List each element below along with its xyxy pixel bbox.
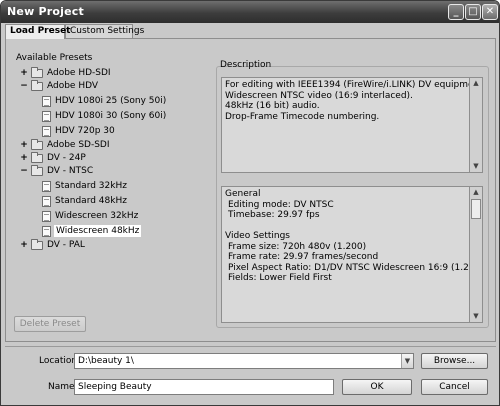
- details-scrollbar[interactable]: ▲ ▼: [469, 187, 482, 322]
- tree-node-label: DV - PAL: [47, 240, 85, 250]
- window-title: New Project: [7, 5, 84, 18]
- tree-node-label: HDV 1080i 30 (Sony 60i): [55, 111, 167, 121]
- description-heading: Description: [220, 60, 272, 70]
- folder-icon: [31, 152, 43, 163]
- separator: [5, 346, 496, 347]
- folder-open-icon: [31, 165, 43, 176]
- details-line: Video Settings: [225, 231, 290, 241]
- folder-icon: [31, 139, 43, 150]
- summary-line: Drop-Frame Timecode numbering.: [225, 111, 380, 122]
- browse-label: Browse...: [433, 356, 476, 366]
- tree-node-label: Widescreen 32kHz: [55, 211, 139, 221]
- collapse-icon[interactable]: −: [20, 165, 28, 177]
- expand-icon[interactable]: +: [20, 67, 28, 79]
- summary-scrollbar[interactable]: ▲ ▼: [469, 78, 482, 172]
- location-combobox[interactable]: D:\beauty 1\ ▼: [74, 353, 414, 369]
- details-line: Frame size: 720h 480v (1.200): [228, 241, 367, 252]
- delete-preset-button[interactable]: Delete Preset: [14, 316, 86, 332]
- maximize-icon: □: [468, 6, 478, 17]
- details-line: Fields: Lower Field First: [228, 273, 332, 283]
- preset-file-icon: [42, 96, 51, 107]
- tree-node-label: Standard 48kHz: [55, 196, 127, 206]
- preset-file-icon: [42, 226, 51, 237]
- tree-node-label: Adobe HDV: [47, 81, 99, 91]
- chevron-down-icon[interactable]: ▼: [401, 354, 413, 368]
- preset-file-icon: [42, 126, 51, 137]
- details-line: Pixel Aspect Ratio: D1/DV NTSC Widescree…: [228, 262, 473, 273]
- preset-file-icon: [42, 181, 51, 192]
- tree-node-label: HDV 1080i 25 (Sony 50i): [55, 96, 167, 106]
- expand-icon[interactable]: +: [20, 139, 28, 151]
- collapse-icon[interactable]: −: [20, 80, 28, 92]
- expand-icon[interactable]: +: [20, 152, 28, 164]
- delete-preset-label: Delete Preset: [19, 319, 81, 329]
- description-details-box[interactable]: General Editing mode: DV NTSC Timebase: …: [221, 186, 483, 323]
- folder-open-icon: [31, 80, 43, 91]
- tree-node-label: DV - NTSC: [47, 166, 94, 176]
- load-preset-panel: Available Presets + Adobe HD-SDI − Adobe…: [5, 38, 496, 342]
- new-project-dialog: New Project _ □ ✕ Load Preset Custom Set…: [0, 0, 500, 406]
- available-presets-heading: Available Presets: [16, 53, 93, 63]
- tree-node-label-selected: Widescreen 48kHz: [54, 225, 142, 237]
- scroll-up-icon[interactable]: ▲: [470, 78, 482, 89]
- ok-label: OK: [370, 382, 384, 392]
- details-line: Editing mode: DV NTSC: [228, 199, 334, 210]
- tab-custom-settings[interactable]: Custom Settings: [65, 24, 144, 38]
- tree-node-label: Standard 32kHz: [55, 181, 127, 191]
- close-button[interactable]: ✕: [482, 4, 498, 20]
- cancel-label: Cancel: [439, 382, 470, 392]
- summary-line: Widescreen NTSC video (16:9 interlaced).: [225, 90, 413, 101]
- name-input[interactable]: Sleeping Beauty: [74, 379, 334, 395]
- name-value: Sleeping Beauty: [78, 382, 152, 392]
- expand-icon[interactable]: +: [20, 239, 28, 251]
- cancel-button[interactable]: Cancel: [421, 379, 488, 395]
- title-bar[interactable]: New Project _ □ ✕: [1, 1, 499, 23]
- maximize-button[interactable]: □: [465, 4, 481, 20]
- minimize-button[interactable]: _: [448, 4, 464, 20]
- tree-node-label: Adobe SD-SDI: [47, 140, 110, 150]
- preset-file-icon: [42, 196, 51, 207]
- details-line: Timebase: 29.97 fps: [228, 210, 320, 220]
- location-value: D:\beauty 1\: [78, 356, 134, 366]
- tree-node-label: DV - 24P: [47, 153, 86, 163]
- browse-button[interactable]: Browse...: [421, 353, 488, 369]
- details-line: Frame rate: 29.97 frames/second: [228, 252, 379, 262]
- scroll-up-icon[interactable]: ▲: [470, 187, 482, 198]
- summary-line: 48kHz (16 bit) audio.: [225, 101, 320, 111]
- scroll-down-icon[interactable]: ▼: [470, 161, 482, 172]
- tab-load-preset[interactable]: Load Preset: [5, 24, 70, 39]
- tree-node-label: HDV 720p 30: [55, 126, 115, 136]
- folder-icon: [31, 67, 43, 78]
- tree-node-label: Adobe HD-SDI: [47, 68, 111, 78]
- description-summary-box[interactable]: For editing with IEEE1394 (FireWire/i.LI…: [221, 77, 483, 173]
- details-line: [225, 221, 479, 232]
- summary-line: For editing with IEEE1394 (FireWire/i.LI…: [225, 80, 483, 90]
- ok-button[interactable]: OK: [342, 379, 412, 395]
- close-icon: ✕: [485, 6, 495, 17]
- details-line: General: [225, 189, 261, 199]
- folder-icon: [31, 239, 43, 250]
- preset-file-icon: [42, 211, 51, 222]
- minimize-icon: _: [453, 6, 459, 17]
- scroll-down-icon[interactable]: ▼: [470, 311, 482, 322]
- scroll-thumb[interactable]: [471, 199, 481, 219]
- preset-file-icon: [42, 111, 51, 122]
